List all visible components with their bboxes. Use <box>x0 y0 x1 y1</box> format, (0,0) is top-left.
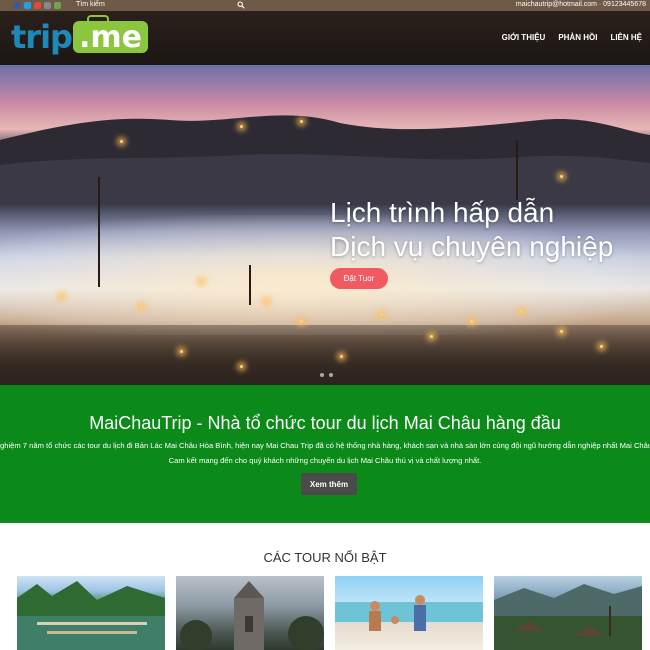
nav-item-contact[interactable]: LIÊN HỆ <box>610 33 642 42</box>
social-links <box>14 2 61 9</box>
search-icon[interactable] <box>237 1 245 9</box>
hero-banner: Lịch trình hấp dẫn Dịch vụ chuyên nghiệp… <box>0 65 650 385</box>
tour-card[interactable] <box>494 576 642 650</box>
search-input[interactable]: Tìm kiếm <box>76 1 105 8</box>
radio-tower-left <box>98 177 100 287</box>
tour-card[interactable] <box>17 576 165 650</box>
tour-image-boats <box>17 581 165 650</box>
logo-text-trip: trip <box>11 18 73 56</box>
twitter-icon[interactable] <box>24 2 31 9</box>
main-nav: GIỚI THIỆU PHẢN HỒI LIÊN HỆ <box>502 33 642 42</box>
hero-title-line1: Lịch trình hấp dẫn <box>330 197 555 228</box>
intro-text: nghiệm 7 năm tổ chức các tour du lịch đi… <box>0 441 650 465</box>
tour-image-village <box>494 584 642 650</box>
googleplus-icon[interactable] <box>34 2 41 9</box>
tour-image-church <box>180 581 324 650</box>
hero-title-line2: Dịch vụ chuyên nghiệp <box>330 231 614 262</box>
radio-tower-right <box>516 140 518 200</box>
book-tour-button[interactable]: Đặt Tuor <box>330 268 388 289</box>
site-logo[interactable]: trip .me <box>11 15 148 56</box>
contact-info: maichautrip@hotmail.com · 09123445678 <box>515 1 646 8</box>
site-header: trip .me GIỚI THIỆU PHẢN HỒI LIÊN HỆ <box>0 11 650 65</box>
tour-image-beach <box>335 595 483 631</box>
facebook-icon[interactable] <box>14 2 21 9</box>
carousel-dot[interactable] <box>329 373 333 377</box>
tour-card[interactable] <box>335 576 483 650</box>
carousel-dot[interactable] <box>320 373 324 377</box>
nav-item-feedback[interactable]: PHẢN HỒI <box>558 33 597 42</box>
featured-tours-title: CÁC TOUR NỔI BẬT <box>263 550 387 565</box>
email-icon[interactable] <box>54 2 61 9</box>
logo-text-me: .me <box>78 19 142 55</box>
intro-heading: MaiChauTrip - Nhà tổ chức tour du lịch M… <box>89 413 561 433</box>
logo-suitcase: .me <box>72 15 148 55</box>
flickr-icon[interactable] <box>44 2 51 9</box>
nav-item-about[interactable]: GIỚI THIỆU <box>502 33 546 42</box>
top-bar: Tìm kiếm maichautrip@hotmail.com · 09123… <box>0 0 650 11</box>
read-more-button[interactable]: Xem thêm <box>301 473 357 495</box>
tour-card[interactable] <box>176 576 324 650</box>
spire <box>249 265 251 305</box>
carousel-dots <box>320 373 333 377</box>
intro-section: MaiChauTrip - Nhà tổ chức tour du lịch M… <box>0 385 650 523</box>
